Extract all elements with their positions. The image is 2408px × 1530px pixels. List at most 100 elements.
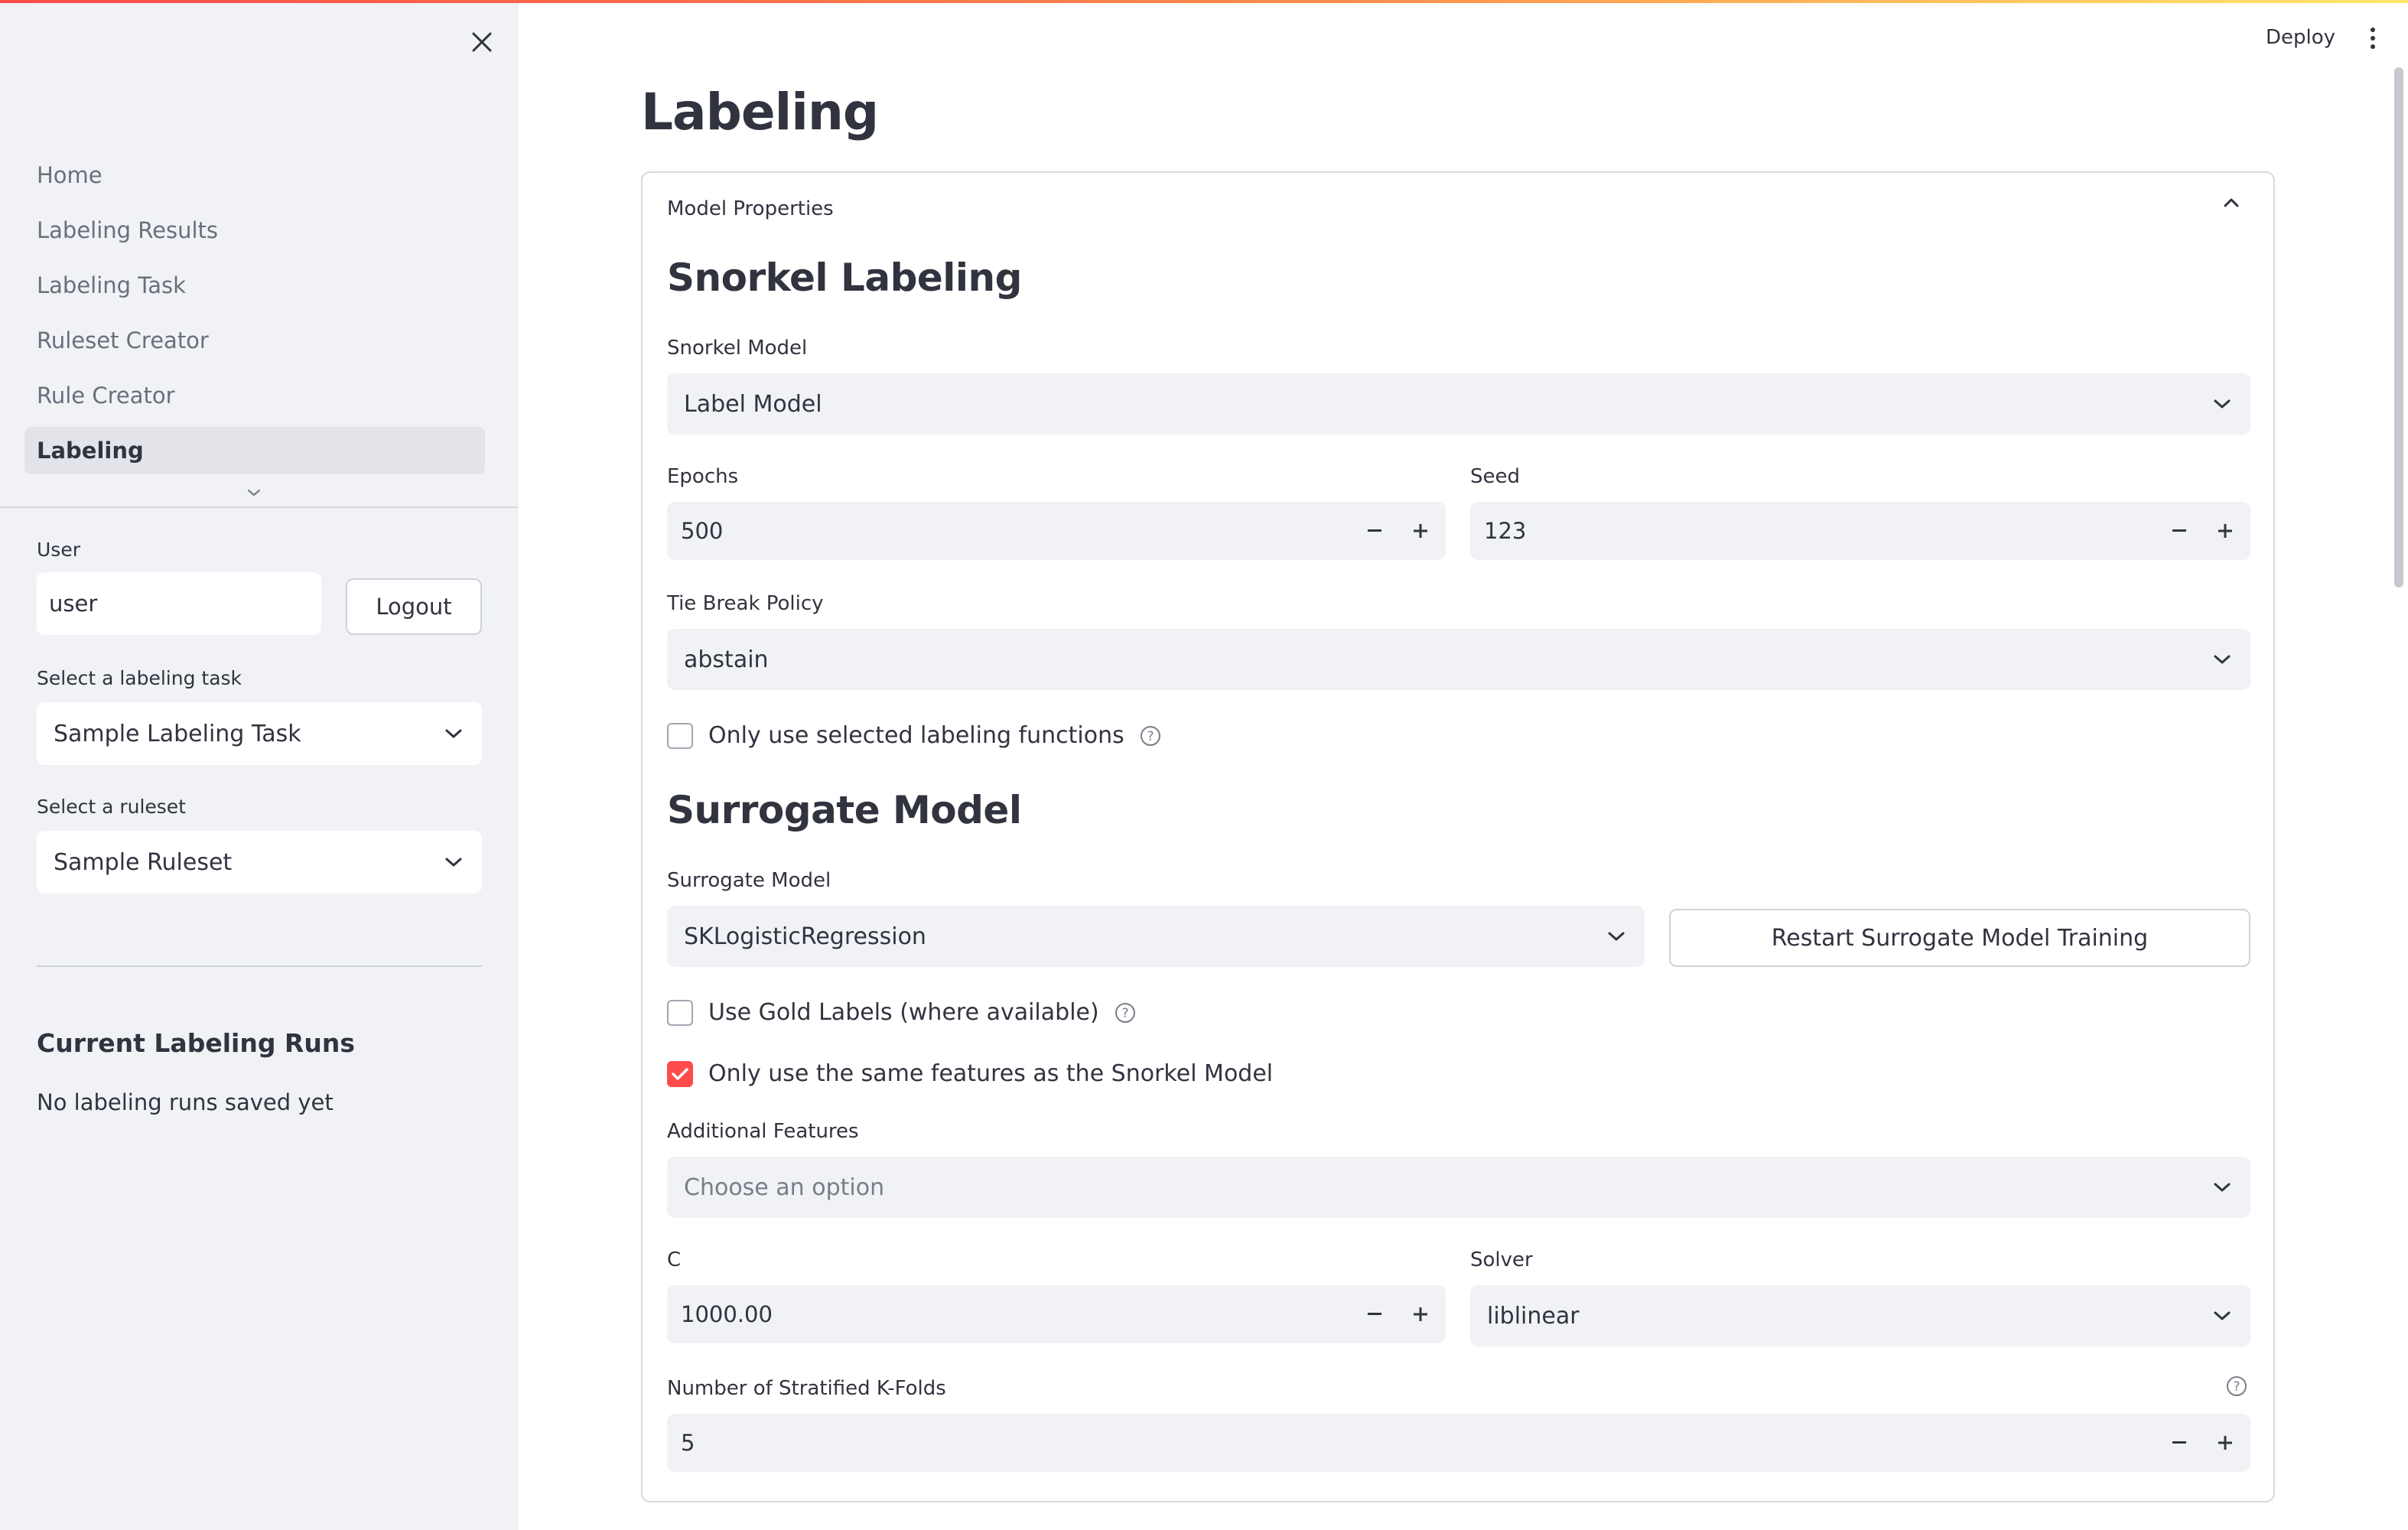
additional-features-select[interactable]: Choose an option [667,1157,2250,1218]
tie-break-value: abstain [684,646,769,673]
snorkel-model-value: Label Model [684,390,822,418]
svg-text:?: ? [1147,729,1154,744]
sidebar-nav: Home Labeling Results Labeling Task Rule… [24,151,485,482]
c-label: C [667,1248,682,1271]
plus-icon [2218,1436,2232,1450]
restart-surrogate-training-button[interactable]: Restart Surrogate Model Training [1669,909,2250,967]
chevron-down-icon [445,858,462,867]
snorkel-model-select[interactable]: Label Model [667,373,2250,435]
sidebar-item-ruleset-creator[interactable]: Ruleset Creator [24,317,485,364]
solver-value: liblinear [1487,1302,1580,1330]
epochs-increment-button[interactable] [1400,502,1441,560]
ruleset-value: Sample Ruleset [54,848,233,876]
gold-labels-checkbox[interactable] [667,999,693,1026]
minus-icon [1368,529,1381,532]
help-circle-icon[interactable]: ? [1140,725,1161,747]
same-features-label: Only use the same features as the Snorke… [708,1060,1274,1087]
minus-icon [1368,1313,1381,1315]
c-increment-button[interactable] [1400,1285,1441,1343]
labeling-task-label: Select a labeling task [37,667,242,689]
sidebar-item-label: Labeling Task [37,272,186,298]
sidebar-item-label: Ruleset Creator [37,327,209,353]
chevron-down-icon [2214,1183,2231,1192]
sidebar-item-home[interactable]: Home [24,151,485,199]
same-features-checkbox-row: Only use the same features as the Snorke… [667,1060,1273,1087]
solver-label: Solver [1470,1248,1533,1271]
expander-label: Model Properties [667,197,834,220]
sidebar-item-labeling-results[interactable]: Labeling Results [24,207,485,254]
kfolds-input[interactable]: 5 [667,1414,2250,1472]
only-selected-lf-checkbox[interactable] [667,722,693,749]
minus-icon [2172,1441,2186,1444]
checkmark-icon [672,1067,688,1080]
sidebar-item-label: Labeling [37,438,144,464]
seed-input[interactable]: 123 [1470,502,2250,560]
snorkel-model-label: Snorkel Model [667,337,808,360]
snorkel-heading: Snorkel Labeling [667,256,1022,300]
top-decoration-bar [0,0,2408,3]
seed-increment-button[interactable] [2205,502,2246,560]
expander-header[interactable]: Model Properties [643,173,2273,242]
close-sidebar-button[interactable] [459,23,505,61]
surrogate-heading: Surrogate Model [667,788,1022,832]
nav-expand-button[interactable] [246,487,262,501]
ruleset-select[interactable]: Sample Ruleset [37,831,482,894]
scrollbar-thumb[interactable] [2394,67,2403,588]
only-selected-lf-label: Only use selected labeling functions [708,722,1124,749]
kfolds-decrement-button[interactable] [2159,1414,2200,1472]
same-features-checkbox[interactable] [667,1060,693,1087]
c-input[interactable]: 1000.00 [667,1285,1446,1343]
kfolds-value: 5 [681,1430,695,1456]
seed-decrement-button[interactable] [2159,502,2200,560]
epochs-decrement-button[interactable] [1354,502,1395,560]
surrogate-model-label: Surrogate Model [667,869,831,892]
logout-button[interactable]: Logout [346,578,482,635]
ruleset-label: Select a ruleset [37,796,186,818]
chevron-down-icon [1608,932,1625,941]
kfolds-label: Number of Stratified K-Folds [667,1377,946,1400]
surrogate-model-select[interactable]: SKLogisticRegression [667,906,1645,967]
additional-features-label: Additional Features [667,1120,859,1143]
current-runs-title: Current Labeling Runs [37,1028,355,1058]
sidebar-item-labeling[interactable]: Labeling [24,427,485,474]
help-circle-icon[interactable]: ? [2226,1375,2247,1397]
chevron-down-icon [445,729,462,738]
solver-select[interactable]: liblinear [1470,1285,2250,1346]
tie-break-select[interactable]: abstain [667,629,2250,690]
c-decrement-button[interactable] [1354,1285,1395,1343]
sidebar-item-label: Labeling Results [37,217,219,243]
chevron-down-icon [247,489,261,496]
sidebar-divider [0,506,519,508]
svg-text:?: ? [2233,1379,2240,1395]
seed-label: Seed [1470,465,1520,488]
deploy-button[interactable]: Deploy [2266,26,2335,49]
minus-icon [2172,529,2186,532]
chevron-down-icon [2214,1311,2231,1320]
additional-features-placeholder: Choose an option [684,1174,885,1201]
current-runs-empty-text: No labeling runs saved yet [37,1089,334,1115]
main-menu-button[interactable] [2364,23,2382,54]
user-input[interactable]: user [37,572,321,635]
chevron-down-icon [2214,399,2231,409]
page-title: Labeling [641,83,879,142]
close-icon [472,32,492,52]
sidebar-separator [37,965,482,967]
epochs-value: 500 [681,518,724,544]
chevron-down-icon [2214,655,2231,664]
gold-labels-label: Use Gold Labels (where available) [708,999,1099,1026]
labeling-task-select[interactable]: Sample Labeling Task [37,702,482,765]
gold-labels-checkbox-row: Use Gold Labels (where available) ? [667,999,1136,1026]
epochs-label: Epochs [667,465,739,488]
sidebar: Home Labeling Results Labeling Task Rule… [0,0,519,1530]
tie-break-label: Tie Break Policy [667,592,824,615]
only-selected-lf-checkbox-row: Only use selected labeling functions ? [667,722,1161,749]
labeling-task-value: Sample Labeling Task [54,720,301,747]
plus-icon [2218,524,2232,538]
help-circle-icon[interactable]: ? [1115,1002,1136,1024]
kfolds-increment-button[interactable] [2205,1414,2246,1472]
sidebar-item-labeling-task[interactable]: Labeling Task [24,262,485,309]
svg-text:?: ? [1121,1006,1128,1021]
plus-icon [1414,1307,1427,1321]
epochs-input[interactable]: 500 [667,502,1446,560]
sidebar-item-rule-creator[interactable]: Rule Creator [24,372,485,419]
